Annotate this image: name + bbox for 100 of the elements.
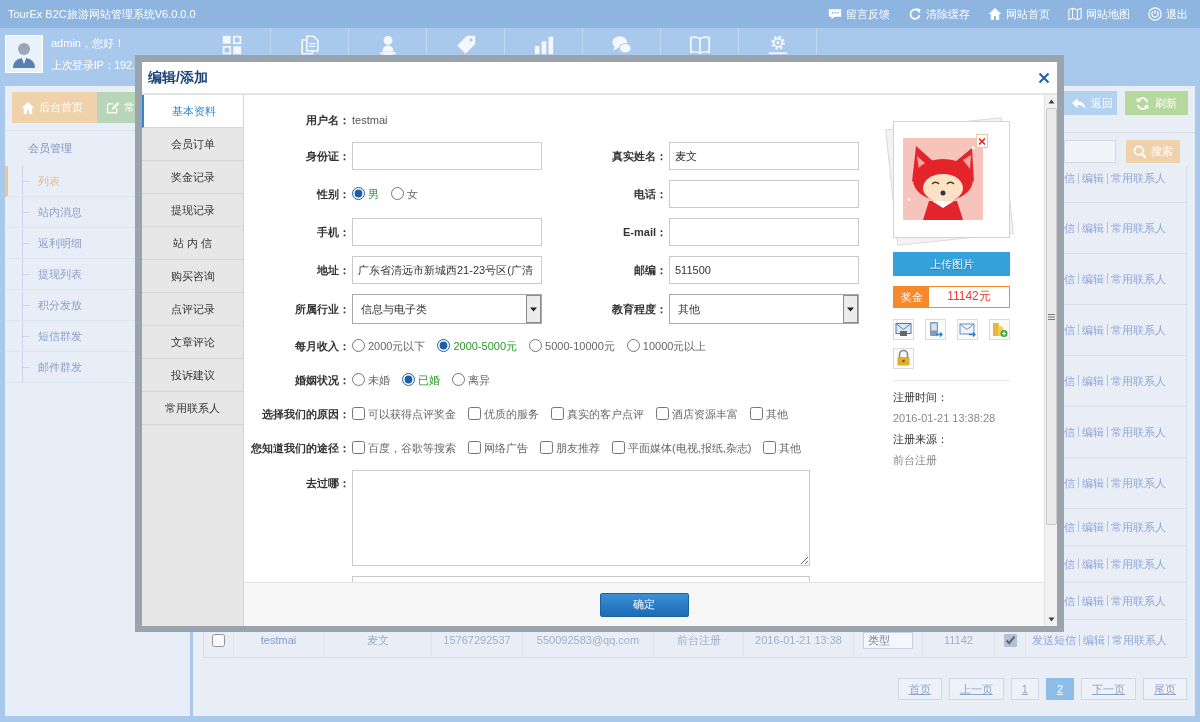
action-link[interactable]: 编辑 (1082, 271, 1104, 287)
tab[interactable]: 奖金记录 (142, 161, 243, 194)
action-link[interactable]: 信 (1064, 271, 1075, 287)
action-link[interactable]: 常用联系人 (1111, 220, 1166, 236)
checkbox[interactable] (612, 441, 625, 455)
action-link[interactable]: 信 (1064, 475, 1075, 491)
checkbox[interactable] (1003, 634, 1017, 647)
action-link[interactable]: 信 (1064, 220, 1075, 236)
checkbox[interactable] (540, 441, 553, 455)
action-link[interactable]: 常用联系人 (1111, 373, 1166, 389)
page-button[interactable]: 尾页 (1143, 678, 1187, 700)
action-link[interactable]: 编辑 (1082, 519, 1104, 535)
page-button[interactable]: 1 (1010, 678, 1039, 700)
header-link[interactable]: 网站首页 (988, 6, 1050, 22)
confirm-button[interactable]: 确定 (599, 592, 689, 617)
header-link[interactable]: 网站地图 (1068, 6, 1130, 22)
scrollbar-thumb[interactable] (1045, 108, 1057, 525)
action-link[interactable]: 编辑 (1082, 556, 1104, 572)
action-link[interactable]: 常用联系人 (1111, 171, 1166, 186)
action-link[interactable]: 编辑 (1082, 373, 1104, 389)
username-link[interactable]: testmai (260, 633, 297, 648)
checkbox[interactable] (352, 407, 365, 421)
menu-item[interactable]: 积分发放 (5, 290, 135, 321)
close-icon[interactable] (1038, 71, 1050, 84)
input-field[interactable] (352, 218, 542, 246)
radio-button[interactable] (391, 187, 404, 201)
header-link[interactable]: 清除缓存 (908, 6, 970, 22)
grid-icon[interactable] (220, 34, 243, 56)
search-button[interactable]: 搜索 (1126, 140, 1180, 163)
radio-button[interactable] (352, 339, 365, 353)
sidebar-button[interactable]: 后台首页 (12, 92, 97, 123)
action-link[interactable]: 常用联系人 (1111, 556, 1166, 572)
input-field[interactable]: 511500 (669, 256, 859, 284)
menu-item[interactable]: 提现列表 (5, 259, 135, 290)
type-select[interactable]: 类型 (863, 632, 913, 649)
action-link[interactable]: 常用联系人 (1111, 593, 1166, 609)
action-link[interactable]: 编辑 (1082, 593, 1104, 609)
action-link[interactable]: 常用联系人 (1111, 475, 1166, 491)
radio-button[interactable] (352, 373, 365, 387)
input-field[interactable]: 广东省清远市新城西21-23号区(广清 (352, 256, 542, 284)
checkbox[interactable] (212, 634, 225, 647)
upload-button[interactable]: 上传图片 (893, 252, 1010, 276)
tab[interactable]: 常用联系人 (142, 392, 243, 425)
action-link[interactable]: 编辑 (1082, 171, 1104, 186)
envelope-icon[interactable] (893, 319, 914, 340)
radio-button[interactable] (452, 373, 465, 387)
action-link[interactable]: 发送短信 (1032, 633, 1076, 648)
input-field[interactable]: 麦文 (669, 142, 859, 170)
tab[interactable]: 购买咨询 (142, 260, 243, 293)
page-button[interactable]: 2 (1045, 678, 1074, 700)
menu-item[interactable]: 邮件群发 (5, 352, 135, 383)
action-link[interactable]: 常用联系人 (1112, 633, 1167, 648)
tab[interactable]: 投诉建议 (142, 359, 243, 392)
tab[interactable]: 文章评论 (142, 326, 243, 359)
tab[interactable]: 基本资料 (142, 95, 243, 128)
input-field[interactable] (669, 218, 859, 246)
page-button[interactable]: 首页 (897, 678, 942, 700)
action-link[interactable]: 编辑 (1083, 633, 1105, 648)
action-link[interactable]: 常用联系人 (1111, 424, 1166, 440)
checkbox[interactable] (750, 407, 763, 421)
action-link[interactable]: 信 (1064, 373, 1075, 389)
toolbar-button[interactable]: 刷新 (1125, 91, 1188, 115)
action-link[interactable]: 信 (1064, 171, 1075, 186)
page-button[interactable]: 下一页 (1081, 678, 1136, 700)
documents-icon[interactable] (298, 34, 321, 56)
action-link[interactable]: 编辑 (1082, 220, 1104, 236)
action-link[interactable]: 信 (1064, 556, 1075, 572)
toolbar-button[interactable]: 返回 (1064, 91, 1117, 115)
search-field[interactable] (1064, 140, 1116, 163)
tab[interactable]: 站 内 信 (142, 227, 243, 260)
page-button[interactable]: 上一页 (948, 678, 1004, 700)
checkbox[interactable] (468, 407, 481, 421)
input-field[interactable] (669, 180, 859, 208)
chat-icon[interactable] (610, 34, 633, 56)
radio-button[interactable] (626, 339, 640, 353)
radio-button[interactable] (437, 339, 451, 353)
radio-button[interactable] (402, 373, 415, 387)
tag-icon[interactable] (454, 34, 477, 56)
tab[interactable]: 点评记录 (142, 293, 243, 326)
action-link[interactable]: 常用联系人 (1111, 271, 1166, 287)
book-icon[interactable] (688, 34, 711, 56)
radio-button[interactable] (529, 339, 543, 353)
coins-icon[interactable] (989, 319, 1010, 340)
gear-icon[interactable] (766, 34, 789, 56)
header-link[interactable]: 退出 (1148, 6, 1188, 22)
action-link[interactable]: 信 (1064, 593, 1075, 609)
action-link[interactable]: 编辑 (1082, 322, 1104, 338)
header-link[interactable]: 留言反馈 (828, 6, 890, 22)
tab[interactable]: 会员订单 (142, 128, 243, 161)
checkbox[interactable] (468, 441, 481, 455)
action-link[interactable]: 信 (1064, 519, 1075, 535)
menu-item[interactable]: 短信群发 (5, 321, 135, 352)
action-link[interactable]: 信 (1064, 424, 1075, 440)
action-link[interactable]: 信 (1064, 322, 1075, 338)
bar-chart-icon[interactable] (532, 34, 555, 56)
input-field[interactable] (352, 142, 542, 170)
menu-item[interactable]: 返利明细 (5, 228, 135, 259)
radio-button[interactable] (352, 187, 365, 201)
checkbox[interactable] (763, 441, 777, 455)
menu-item[interactable]: 站内消息 (5, 197, 135, 228)
